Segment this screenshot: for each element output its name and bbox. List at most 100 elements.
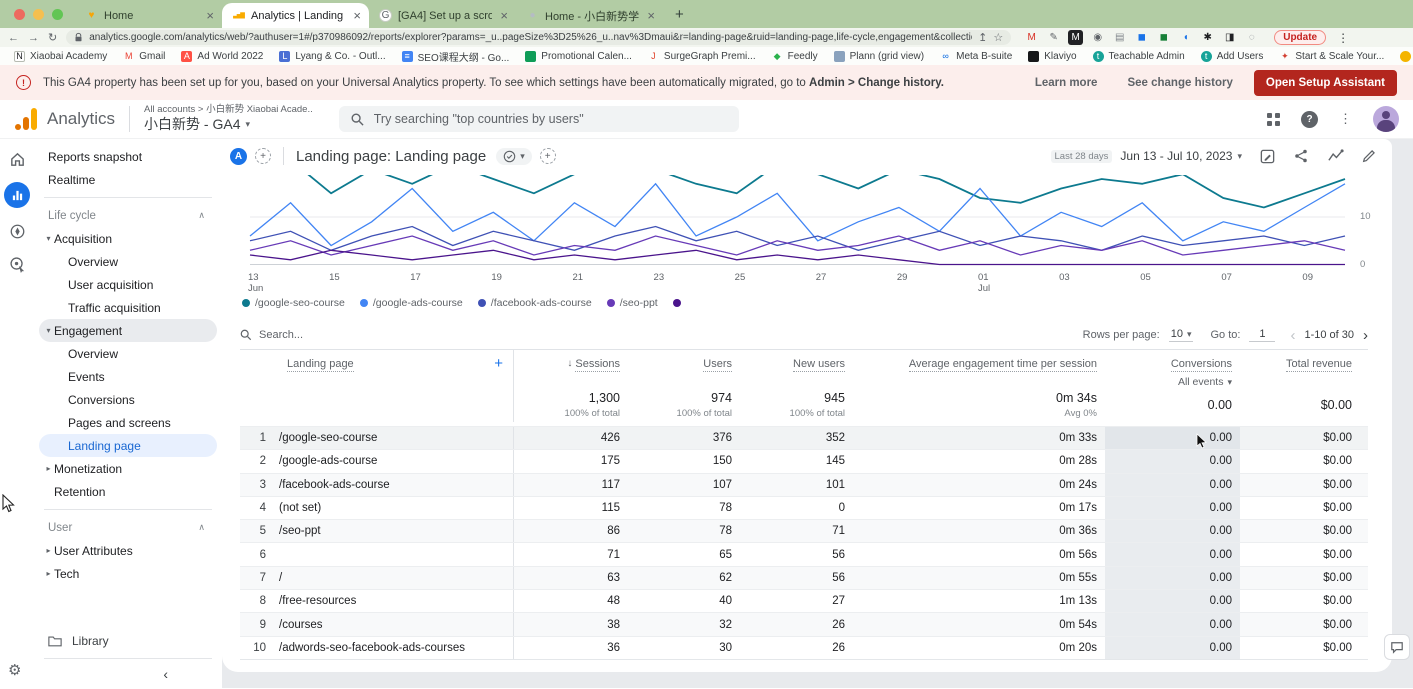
table-search-input[interactable]: Search... bbox=[240, 329, 303, 341]
date-range-picker[interactable]: Jun 13 - Jul 10, 2023 bbox=[1120, 149, 1242, 163]
bookmark-item-8[interactable]: Plann (grid view) bbox=[826, 51, 932, 62]
collapse-section-icon[interactable] bbox=[198, 210, 205, 221]
green-extension-icon[interactable]: ◼ bbox=[1156, 30, 1171, 45]
collapse-sidebar-icon[interactable] bbox=[163, 666, 168, 682]
data-quality-chip[interactable] bbox=[496, 148, 532, 165]
bookmark-item-7[interactable]: ◆Feedly bbox=[764, 51, 826, 62]
bookmark-item-3[interactable]: LLyang & Co. - Outl... bbox=[271, 51, 393, 62]
sidebar-item-user-attributes[interactable]: ▸User Attributes bbox=[39, 539, 217, 562]
sidebar-item-life-cycle[interactable]: Life cycle bbox=[39, 204, 217, 227]
avatar[interactable] bbox=[1373, 106, 1399, 132]
column-header-conversions[interactable]: ConversionsAll events bbox=[1105, 350, 1240, 388]
new-tab-icon[interactable] bbox=[675, 6, 684, 23]
bookmark-item-12[interactable]: tAdd Users bbox=[1193, 51, 1272, 62]
column-header-users[interactable]: Users bbox=[628, 350, 740, 388]
account-switcher[interactable]: All accounts > 小白新势 Xiaobai Acade.. 小白新势… bbox=[144, 104, 313, 133]
sidebar-item-retention[interactable]: Retention bbox=[39, 480, 217, 503]
bookmark-item-14[interactable]: eCommerce Case... bbox=[1392, 51, 1413, 62]
all-events-select[interactable]: All events bbox=[1178, 376, 1232, 388]
goto-page-input[interactable]: 1 bbox=[1249, 328, 1275, 342]
bookmark-item-9[interactable]: ∞Meta B-suite bbox=[932, 51, 1020, 62]
tab-close-icon[interactable] bbox=[351, 8, 363, 23]
bookmark-item-6[interactable]: JSurgeGraph Premi... bbox=[640, 51, 764, 62]
mac-window-controls[interactable] bbox=[6, 0, 75, 28]
legend-item-0[interactable]: /google-seo-course bbox=[242, 297, 345, 309]
explore-icon[interactable] bbox=[7, 221, 27, 241]
insights-icon[interactable] bbox=[1327, 148, 1344, 165]
maximize-window-icon[interactable] bbox=[52, 9, 63, 20]
address-bar[interactable]: analytics.google.com/analytics/web/?auth… bbox=[66, 30, 1011, 45]
bookmark-item-2[interactable]: AAd World 2022 bbox=[173, 51, 271, 62]
notes-extension-icon[interactable]: ▤ bbox=[1112, 30, 1127, 45]
bookmark-item-5[interactable]: Promotional Calen... bbox=[517, 51, 640, 62]
sidebar-item-events[interactable]: Events bbox=[39, 365, 217, 388]
sidebar-item-traffic-acquisition[interactable]: Traffic acquisition bbox=[39, 296, 217, 319]
advertising-icon[interactable] bbox=[7, 254, 27, 274]
comparison-chip[interactable]: A bbox=[230, 148, 247, 165]
next-page-icon[interactable] bbox=[1363, 327, 1368, 344]
search-input[interactable]: Try searching "top countries by users" bbox=[339, 106, 739, 132]
legend-item-2[interactable]: /facebook-ads-course bbox=[478, 297, 592, 309]
column-header-sessions[interactable]: Sessions bbox=[513, 350, 628, 388]
sidebar-item-user-acquisition[interactable]: User acquisition bbox=[39, 273, 217, 296]
share-page-icon[interactable] bbox=[978, 31, 987, 44]
ghost-extension-icon[interactable]: ◌ bbox=[1244, 30, 1259, 45]
customize-report-icon[interactable] bbox=[1259, 148, 1276, 165]
moon-extension-icon[interactable]: ◖ bbox=[1178, 30, 1193, 45]
share-report-icon[interactable] bbox=[1293, 148, 1310, 165]
legend-item-4[interactable] bbox=[673, 299, 681, 307]
column-header-total-revenue[interactable]: Total revenue bbox=[1240, 350, 1368, 388]
camera-extension-icon[interactable]: ◉ bbox=[1090, 30, 1105, 45]
browser-update-button[interactable]: Update bbox=[1274, 30, 1326, 45]
sidebar-item-overview[interactable]: Overview bbox=[39, 342, 217, 365]
see-change-history-link[interactable]: See change history bbox=[1127, 77, 1232, 89]
home-icon[interactable] bbox=[7, 149, 27, 169]
add-segment-icon[interactable] bbox=[540, 148, 556, 164]
sidebar-item-user[interactable]: User bbox=[39, 516, 217, 539]
back-icon[interactable] bbox=[8, 32, 19, 44]
sidebar-item-tech[interactable]: ▸Tech bbox=[39, 562, 217, 585]
add-comparison-icon[interactable] bbox=[255, 148, 271, 164]
rows-per-page-select[interactable]: 10 bbox=[1169, 328, 1194, 342]
help-icon[interactable]: ? bbox=[1301, 111, 1318, 128]
edit-report-icon[interactable] bbox=[1361, 148, 1378, 165]
bookmark-item-0[interactable]: NXiaobai Academy bbox=[6, 51, 115, 62]
forward-icon[interactable] bbox=[28, 32, 39, 44]
browser-tab-0[interactable]: ♥Home bbox=[75, 3, 222, 28]
star-extension-icon[interactable]: ✱ bbox=[1200, 30, 1215, 45]
column-header-new-users[interactable]: New users bbox=[740, 350, 853, 388]
browser-tab-1[interactable]: ▃▅▇Analytics | Landing page: Land bbox=[222, 3, 369, 28]
feedback-button[interactable] bbox=[1384, 634, 1410, 660]
sidebar-item-monetization[interactable]: ▸Monetization bbox=[39, 457, 217, 480]
bookmark-item-10[interactable]: Klaviyo bbox=[1020, 51, 1084, 62]
reports-icon[interactable] bbox=[4, 182, 30, 208]
sidebar-item-acquisition[interactable]: ▾Acquisition bbox=[39, 227, 217, 250]
tab-close-icon[interactable] bbox=[204, 8, 216, 23]
legend-item-3[interactable]: /seo-ppt bbox=[607, 297, 658, 309]
open-setup-assistant-button[interactable]: Open Setup Assistant bbox=[1254, 70, 1397, 96]
bookmark-item-13[interactable]: ✦Start & Scale Your... bbox=[1271, 51, 1392, 62]
sidebar-item-overview[interactable]: Overview bbox=[39, 250, 217, 273]
learn-more-link[interactable]: Learn more bbox=[1035, 77, 1098, 89]
sidebar-item-engagement[interactable]: ▾Engagement bbox=[39, 319, 217, 342]
bookmark-star-icon[interactable] bbox=[993, 31, 1003, 44]
blue-extension-icon[interactable]: ◼ bbox=[1134, 30, 1149, 45]
sidebar-item-landing-page[interactable]: Landing page bbox=[39, 434, 217, 457]
bookmark-item-1[interactable]: MGmail bbox=[115, 51, 173, 62]
sidebar-item-conversions[interactable]: Conversions bbox=[39, 388, 217, 411]
sidebar-item-reports-snapshot[interactable]: Reports snapshot bbox=[39, 145, 217, 168]
legend-item-1[interactable]: /google-ads-course bbox=[360, 297, 463, 309]
tab-close-icon[interactable] bbox=[645, 8, 657, 23]
browser-menu-icon[interactable] bbox=[1337, 31, 1349, 45]
browser-tab-3[interactable]: ●Home - 小白新势学院 bbox=[516, 3, 663, 28]
add-column-icon[interactable] bbox=[494, 355, 503, 372]
bookmark-item-11[interactable]: tTeachable Admin bbox=[1085, 51, 1193, 62]
apps-grid-icon[interactable] bbox=[1267, 113, 1280, 126]
medium-extension-icon[interactable]: M bbox=[1068, 30, 1083, 45]
reload-icon[interactable] bbox=[48, 31, 57, 44]
more-options-icon[interactable] bbox=[1339, 111, 1352, 127]
column-header-landing-page[interactable]: Landing page bbox=[278, 350, 513, 388]
collapse-section-icon[interactable] bbox=[198, 522, 205, 533]
tab-close-icon[interactable] bbox=[498, 8, 510, 23]
minimize-window-icon[interactable] bbox=[33, 9, 44, 20]
